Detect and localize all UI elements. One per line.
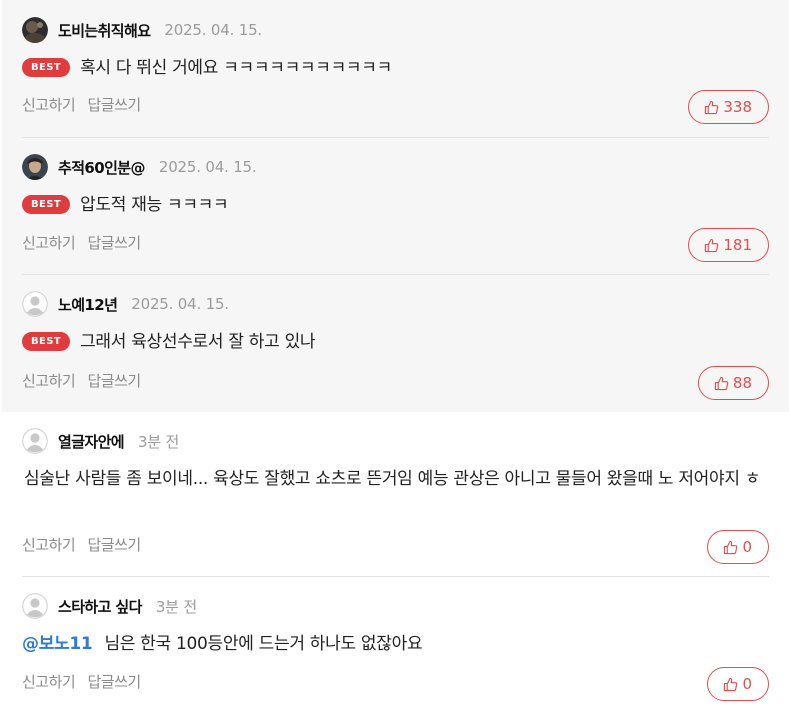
best-badge: BEST [22,58,71,77]
comment-body: BEST 그래서 육상선수로서 잘 하고 있나 [22,328,769,356]
mention-link[interactable]: @보노11 [22,630,93,658]
comment-item: 노예12년 2025. 04. 15. BEST 그래서 육상선수로서 잘 하고… [2,275,789,412]
like-count: 88 [732,374,752,392]
default-user-icon [22,593,48,619]
thumbs-up-icon [724,677,738,691]
avatar[interactable] [22,17,48,43]
like-button[interactable]: 338 [688,90,769,124]
reply-button[interactable]: 답글쓰기 [87,536,141,554]
comment-author[interactable]: 스타하고 싶다 [58,596,142,617]
like-button[interactable]: 0 [707,530,769,564]
reply-button[interactable]: 답글쓰기 [87,673,141,691]
report-button[interactable]: 신고하기 [22,536,76,554]
comment-item: 추적60인분@ 2025. 04. 15. BEST 압도적 재능 ㅋㅋㅋㅋ 신… [2,138,789,275]
comment-date: 2025. 04. 15. [131,295,229,313]
report-button[interactable]: 신고하기 [22,234,76,252]
avatar[interactable] [22,593,48,619]
comment-author[interactable]: 열글자안에 [58,431,125,452]
comment-header: 노예12년 2025. 04. 15. [22,290,769,318]
thumbs-up-icon [705,100,719,114]
comment-body: BEST 혹시 다 뛰신 거에요 ㅋㅋㅋㅋㅋㅋㅋㅋㅋㅋㅋ [22,54,769,82]
comment-body: BEST 압도적 재능 ㅋㅋㅋㅋ [22,191,769,219]
avatar[interactable] [22,428,48,454]
best-badge: BEST [22,195,71,214]
comment-date: 3분 전 [138,432,180,451]
comment-item: 스타하고 싶다 3분 전 @보노11 님은 한국 100등안에 드는거 하나도 … [2,577,789,718]
comment-list: 도비는취직해요 2025. 04. 15. BEST 혹시 다 뛰신 거에요 ㅋ… [2,0,789,718]
like-button[interactable]: 0 [707,667,769,701]
reply-button[interactable]: 답글쓰기 [87,372,141,390]
like-count: 338 [723,98,752,116]
thumbs-up-icon [705,238,719,252]
comment-item: 도비는취직해요 2025. 04. 15. BEST 혹시 다 뛰신 거에요 ㅋ… [2,0,789,138]
comment-text: 님은 한국 100등안에 드는거 하나도 없잖아요 [104,634,423,654]
default-user-icon [22,428,48,454]
like-button[interactable]: 88 [697,366,769,400]
best-badge: BEST [22,332,71,351]
comment-date: 3분 전 [155,597,197,616]
like-button[interactable]: 181 [688,228,769,262]
comment-body: 심술난 사람들 좀 보이네... 육상도 잘했고 쇼츠로 뜬거임 예능 관상은 … [22,465,769,493]
comment-body: @보노11 님은 한국 100등안에 드는거 하나도 없잖아요 [22,630,769,658]
like-count: 0 [742,675,752,693]
comment-item: 열글자안에 3분 전 심술난 사람들 좀 보이네... 육상도 잘했고 쇼츠로 … [2,412,789,577]
default-user-icon [22,291,48,317]
reply-button[interactable]: 답글쓰기 [87,234,141,252]
comment-text: 그래서 육상선수로서 잘 하고 있나 [80,332,316,352]
report-button[interactable]: 신고하기 [22,673,76,691]
comment-author[interactable]: 노예12년 [58,294,118,315]
report-button[interactable]: 신고하기 [22,96,76,114]
comment-header: 추적60인분@ 2025. 04. 15. [22,153,769,181]
thumbs-up-icon [724,540,738,554]
comment-text: 압도적 재능 ㅋㅋㅋㅋ [80,195,229,215]
report-button[interactable]: 신고하기 [22,372,76,390]
user-photo-icon [22,17,48,43]
reply-button[interactable]: 답글쓰기 [87,96,141,114]
avatar[interactable] [22,291,48,317]
user-photo-icon [22,154,48,180]
like-count: 181 [723,236,752,254]
like-count: 0 [742,538,752,556]
comment-author[interactable]: 도비는취직해요 [58,20,151,41]
thumbs-up-icon [714,376,729,390]
avatar[interactable] [22,154,48,180]
comment-text: 심술난 사람들 좀 보이네... 육상도 잘했고 쇼츠로 뜬거임 예능 관상은 … [24,469,761,489]
comment-text: 혹시 다 뛰신 거에요 ㅋㅋㅋㅋㅋㅋㅋㅋㅋㅋㅋ [80,58,392,78]
comment-date: 2025. 04. 15. [164,21,262,39]
comment-author[interactable]: 추적60인분@ [58,157,145,178]
comment-header: 스타하고 싶다 3분 전 [22,592,769,620]
comment-date: 2025. 04. 15. [158,158,257,176]
comment-header: 도비는취직해요 2025. 04. 15. [22,16,769,44]
comment-header: 열글자안에 3분 전 [22,427,769,455]
